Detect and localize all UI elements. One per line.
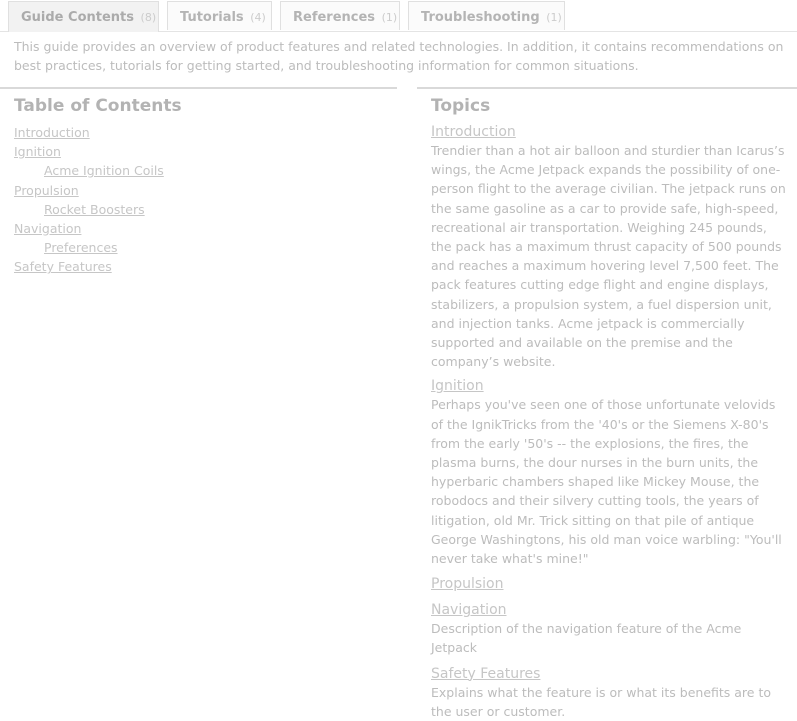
tab-count: (8) (140, 11, 157, 24)
tab-label: Guide Contents (21, 10, 134, 25)
topic-body-ignition: Perhaps you've seen one of those unfortu… (431, 397, 782, 567)
toc-link-acme-ignition-coils[interactable]: Acme Ignition Coils (44, 161, 164, 180)
tab-guide-contents[interactable]: Guide Contents (8) (8, 1, 159, 32)
topic-body-navigation: Description of the navigation feature of… (431, 621, 742, 656)
topic-link-navigation[interactable]: Navigation (431, 601, 507, 619)
tab-references[interactable]: References (1) (280, 1, 400, 30)
topic-link-ignition[interactable]: Ignition (431, 377, 484, 395)
toc-link-safety-features[interactable]: Safety Features (14, 257, 112, 276)
section-divider (0, 87, 397, 89)
topic-body-safety-features: Explains what the feature is or what its… (431, 684, 772, 719)
topics-heading: Topics (431, 96, 491, 116)
tab-label: Tutorials (180, 10, 244, 25)
tab-troubleshooting[interactable]: Troubleshooting (1) (408, 1, 565, 30)
toc-list: Introduction Ignition Acme Ignition Coil… (14, 123, 394, 277)
tab-label: Troubleshooting (421, 10, 540, 25)
toc-heading: Table of Contents (14, 96, 182, 116)
toc-link-introduction[interactable]: Introduction (14, 123, 90, 142)
toc-link-propulsion[interactable]: Propulsion (14, 181, 79, 200)
table-of-contents: Table of Contents Introduction Ignition … (14, 94, 394, 277)
guide-intro-text: This guide provides an overview of produ… (14, 39, 784, 73)
topic-link-introduction[interactable]: Introduction (431, 123, 516, 141)
topics-section: Topics Introduction Trendier than a hot … (431, 94, 791, 721)
section-divider (417, 87, 797, 89)
tab-tutorials[interactable]: Tutorials (4) (167, 1, 272, 30)
topic-link-safety-features[interactable]: Safety Features (431, 665, 540, 683)
tab-count: (1) (381, 11, 398, 24)
toc-link-preferences[interactable]: Preferences (44, 238, 118, 257)
tab-bar: Guide Contents (8) Tutorials (4) Referen… (0, 0, 797, 32)
topic-link-propulsion[interactable]: Propulsion (431, 575, 503, 593)
toc-link-ignition[interactable]: Ignition (14, 142, 61, 161)
toc-link-navigation[interactable]: Navigation (14, 219, 81, 238)
tab-label: References (293, 10, 376, 25)
topic-body-introduction: Trendier than a hot air balloon and stur… (431, 143, 786, 370)
toc-link-rocket-boosters[interactable]: Rocket Boosters (44, 200, 145, 219)
tab-count: (1) (546, 11, 562, 24)
tab-count: (4) (250, 11, 266, 24)
